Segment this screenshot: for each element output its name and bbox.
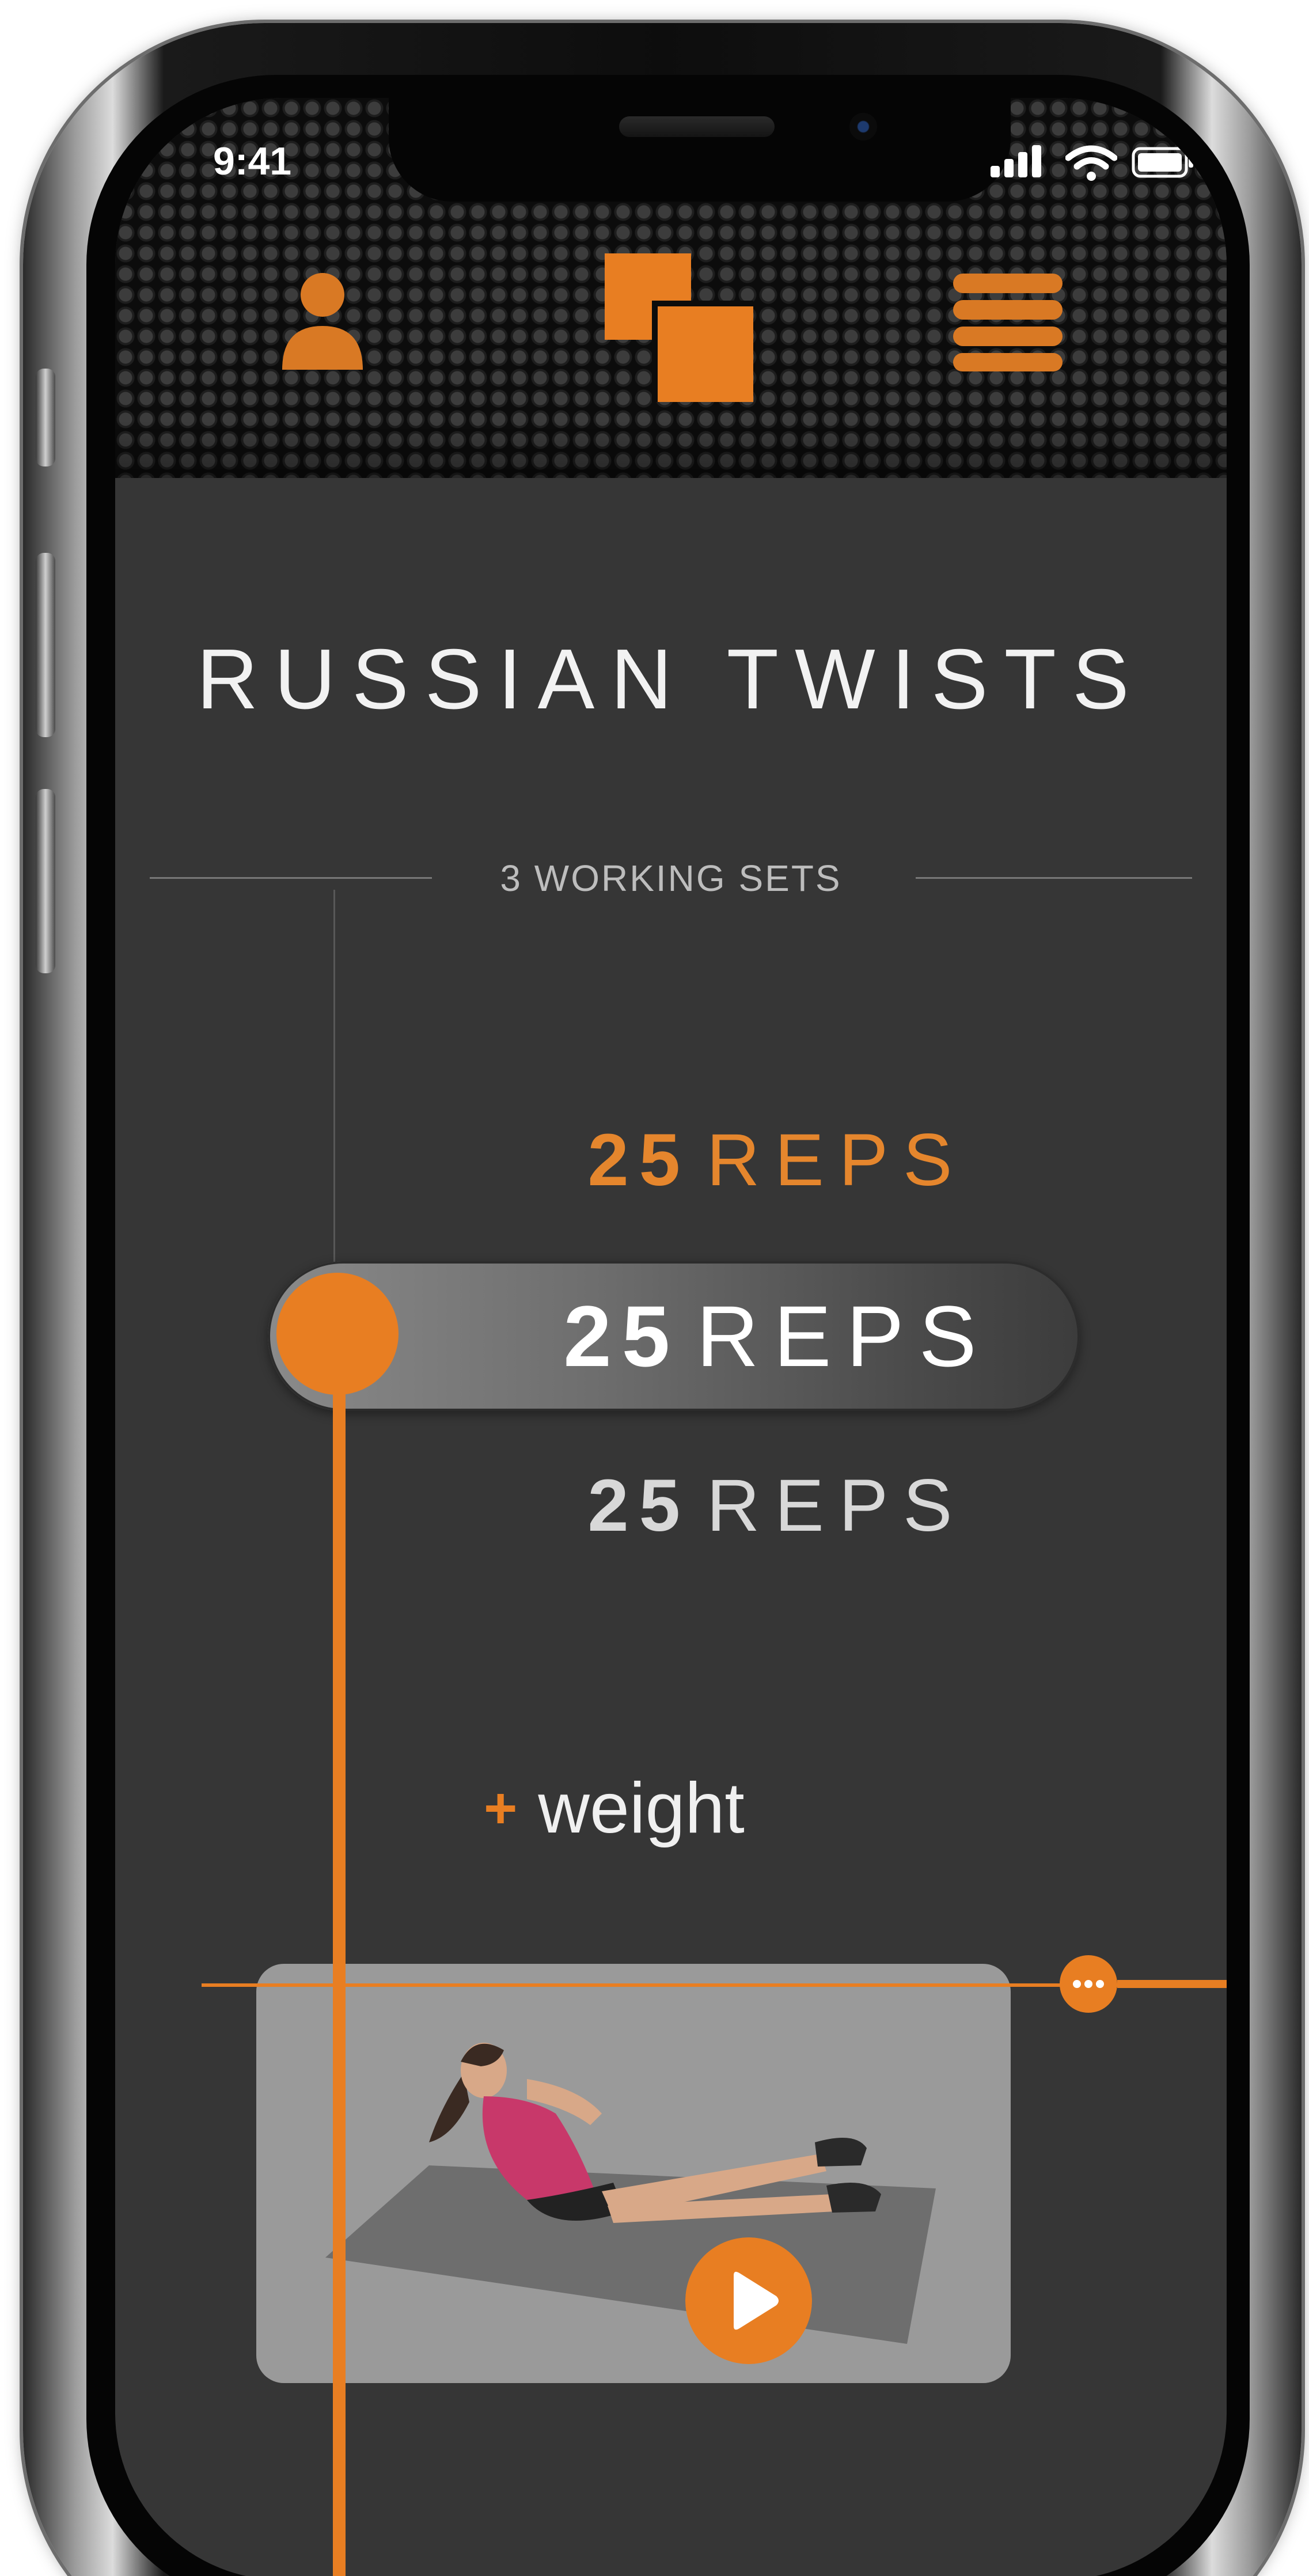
app-screen: 9:41 RUSSIAN TWISTS 3 WORKING SETS 25 RE… [115, 98, 1227, 2576]
status-time: 9:41 [213, 139, 292, 183]
set-count: 25 [587, 1465, 690, 1547]
set-unit: REPS [706, 1465, 967, 1547]
device-notch [389, 98, 1011, 202]
set-count: 25 [587, 1119, 690, 1201]
status-icons [991, 143, 1198, 183]
selected-set-knob[interactable] [276, 1273, 399, 1395]
dot [1096, 1980, 1104, 1988]
volume-down-button [36, 789, 55, 973]
wifi-icon [1065, 145, 1117, 181]
set-count: 25 [563, 1288, 681, 1384]
volume-up-button [36, 553, 55, 737]
front-camera [849, 113, 877, 141]
exercise-illustration [325, 2043, 936, 2344]
exercise-video-thumbnail[interactable] [256, 1964, 1011, 2383]
divider-left [150, 877, 432, 879]
speaker-grille [619, 116, 775, 137]
more-options-handle[interactable] [1060, 1955, 1117, 2013]
plus-icon: + [484, 1776, 518, 1841]
sets-label: 3 WORKING SETS [500, 858, 842, 899]
set-row-selected[interactable]: 25 REPS [346, 1278, 1209, 1394]
set-indicator-line [333, 1336, 346, 2576]
dot [1073, 1980, 1081, 1988]
divider-right [916, 877, 1192, 879]
set-unit: REPS [696, 1288, 992, 1384]
dot [1084, 1980, 1092, 1988]
add-weight-button[interactable]: + weight [484, 1756, 887, 1860]
app-logo-icon[interactable] [605, 253, 754, 403]
mute-switch [36, 369, 55, 466]
handle-connector [1117, 1980, 1227, 1988]
header-shadow [115, 420, 1227, 478]
set-row-next[interactable]: 25 REPS [346, 1457, 1209, 1555]
play-icon[interactable] [685, 2237, 812, 2364]
profile-icon[interactable] [276, 271, 369, 374]
battery-icon [1132, 147, 1193, 178]
set-unit: REPS [706, 1119, 967, 1201]
set-row-previous[interactable]: 25 REPS [346, 1111, 1209, 1209]
app-header: 9:41 [115, 98, 1227, 478]
exercise-title: RUSSIAN TWISTS [196, 632, 1145, 727]
menu-icon[interactable] [953, 274, 1063, 371]
add-weight-label: weight [538, 1769, 745, 1848]
